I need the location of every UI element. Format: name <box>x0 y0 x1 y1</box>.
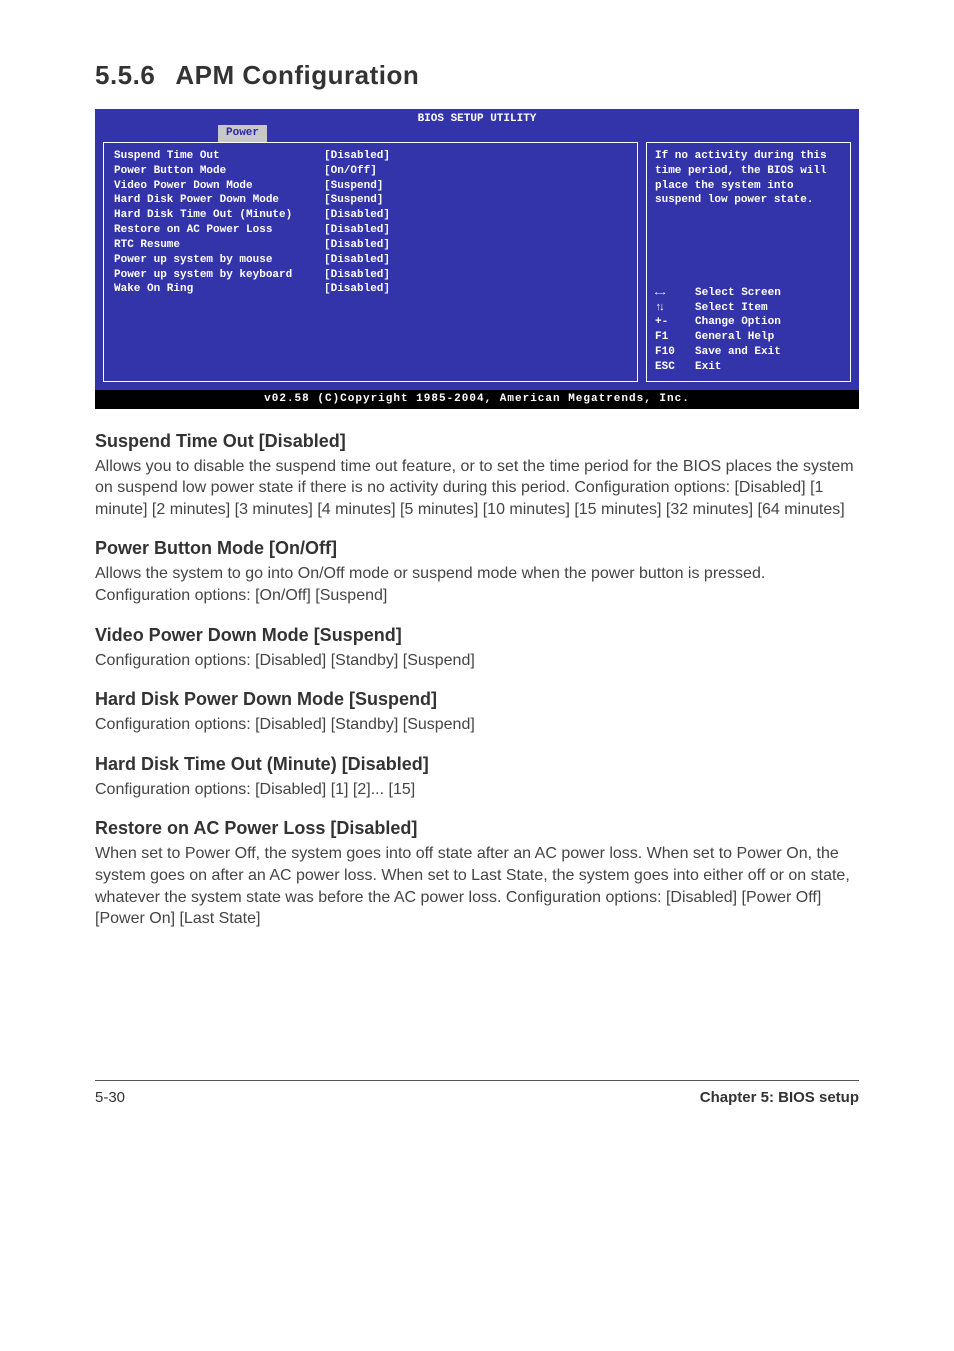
bios-setting-value: [Suspend] <box>324 179 627 194</box>
bios-setting-row: Power up system by mouse[Disabled] <box>114 253 627 268</box>
bios-setting-value: [Disabled] <box>324 268 627 283</box>
bios-setting-row: Power up system by keyboard[Disabled] <box>114 268 627 283</box>
bios-setting-row: Suspend Time Out[Disabled] <box>114 149 627 164</box>
page-footer: 5-30 Chapter 5: BIOS setup <box>95 1089 859 1106</box>
subsection-body: Allows you to disable the suspend time o… <box>95 456 859 521</box>
bios-key-row: ESCExit <box>655 360 842 375</box>
bios-setting-value: [Disabled] <box>324 238 627 253</box>
chapter-label: Chapter 5: BIOS setup <box>700 1089 859 1106</box>
bios-setting-value: [On/Off] <box>324 164 627 179</box>
bios-setting-label: Suspend Time Out <box>114 149 324 164</box>
bios-key-row: F1General Help <box>655 330 842 345</box>
bios-key-legend: Select Screen Select Item +-Change Optio… <box>655 286 842 375</box>
subsection-body: Configuration options: [Disabled] [Stand… <box>95 714 859 736</box>
bios-key-row: +-Change Option <box>655 315 842 330</box>
bios-setting-value: [Suspend] <box>324 193 627 208</box>
bios-key-label: Select Screen <box>695 286 781 301</box>
bios-setting-row: Power Button Mode[On/Off] <box>114 164 627 179</box>
subsection-body: When set to Power Off, the system goes i… <box>95 843 859 929</box>
bios-key-row: Select Item <box>655 301 842 316</box>
subsection-body: Configuration options: [Disabled] [Stand… <box>95 650 859 672</box>
bios-setting-value: [Disabled] <box>324 282 627 297</box>
subsection-heading: Hard Disk Time Out (Minute) [Disabled] <box>95 754 859 775</box>
bios-key-sym: +- <box>655 315 695 330</box>
bios-key-row: Select Screen <box>655 286 842 301</box>
arrows-up-down-icon <box>655 302 662 314</box>
bios-key-sym: F10 <box>655 345 695 360</box>
bios-key-label: Select Item <box>695 301 768 316</box>
bios-setting-row: Hard Disk Power Down Mode[Suspend] <box>114 193 627 208</box>
bios-key-sym: ESC <box>655 360 695 375</box>
bios-key-label: Change Option <box>695 315 781 330</box>
bios-settings-panel: Suspend Time Out[Disabled] Power Button … <box>103 142 638 382</box>
bios-key-row: F10Save and Exit <box>655 345 842 360</box>
bios-setting-row: Restore on AC Power Loss[Disabled] <box>114 223 627 238</box>
bios-setting-value: [Disabled] <box>324 223 627 238</box>
bios-setting-label: Power up system by mouse <box>114 253 324 268</box>
bios-setting-value: [Disabled] <box>324 149 627 164</box>
subsection-body: Allows the system to go into On/Off mode… <box>95 563 859 606</box>
page-number: 5-30 <box>95 1089 125 1106</box>
subsection-heading: Power Button Mode [On/Off] <box>95 538 859 559</box>
bios-setting-label: Restore on AC Power Loss <box>114 223 324 238</box>
bios-setting-label: Hard Disk Time Out (Minute) <box>114 208 324 223</box>
section-number: 5.5.6 <box>95 60 155 90</box>
bios-key-sym: F1 <box>655 330 695 345</box>
bios-setting-row: Hard Disk Time Out (Minute)[Disabled] <box>114 208 627 223</box>
bios-help-text: If no activity during this time period, … <box>655 149 842 208</box>
bios-setting-label: Video Power Down Mode <box>114 179 324 194</box>
section-name: APM Configuration <box>175 60 419 90</box>
bios-setting-label: Hard Disk Power Down Mode <box>114 193 324 208</box>
bios-copyright: v02.58 (C)Copyright 1985-2004, American … <box>95 390 859 409</box>
bios-key-label: Save and Exit <box>695 345 781 360</box>
subsection-heading: Video Power Down Mode [Suspend] <box>95 625 859 646</box>
subsection-heading: Suspend Time Out [Disabled] <box>95 431 859 452</box>
subsection-heading: Restore on AC Power Loss [Disabled] <box>95 818 859 839</box>
bios-setting-label: Wake On Ring <box>114 282 324 297</box>
bios-setting-row: Wake On Ring[Disabled] <box>114 282 627 297</box>
bios-setting-label: Power up system by keyboard <box>114 268 324 283</box>
bios-tab-row: Power <box>95 127 859 142</box>
bios-key-label: Exit <box>695 360 721 375</box>
bios-setting-label: Power Button Mode <box>114 164 324 179</box>
bios-key-label: General Help <box>695 330 774 345</box>
bios-setting-label: RTC Resume <box>114 238 324 253</box>
arrows-left-right-icon <box>655 287 662 299</box>
bios-setting-value: [Disabled] <box>324 208 627 223</box>
subsection-heading: Hard Disk Power Down Mode [Suspend] <box>95 689 859 710</box>
bios-screenshot: BIOS SETUP UTILITY Power Suspend Time Ou… <box>95 109 859 409</box>
bios-help-panel: If no activity during this time period, … <box>646 142 851 382</box>
bios-setting-row: Video Power Down Mode[Suspend] <box>114 179 627 194</box>
bios-setting-row: RTC Resume[Disabled] <box>114 238 627 253</box>
bios-tab-power: Power <box>218 125 267 142</box>
subsection-body: Configuration options: [Disabled] [1] [2… <box>95 779 859 801</box>
bios-title: BIOS SETUP UTILITY <box>95 109 859 127</box>
section-title: 5.5.6 APM Configuration <box>95 60 859 91</box>
footer-divider <box>95 1080 859 1081</box>
bios-setting-value: [Disabled] <box>324 253 627 268</box>
